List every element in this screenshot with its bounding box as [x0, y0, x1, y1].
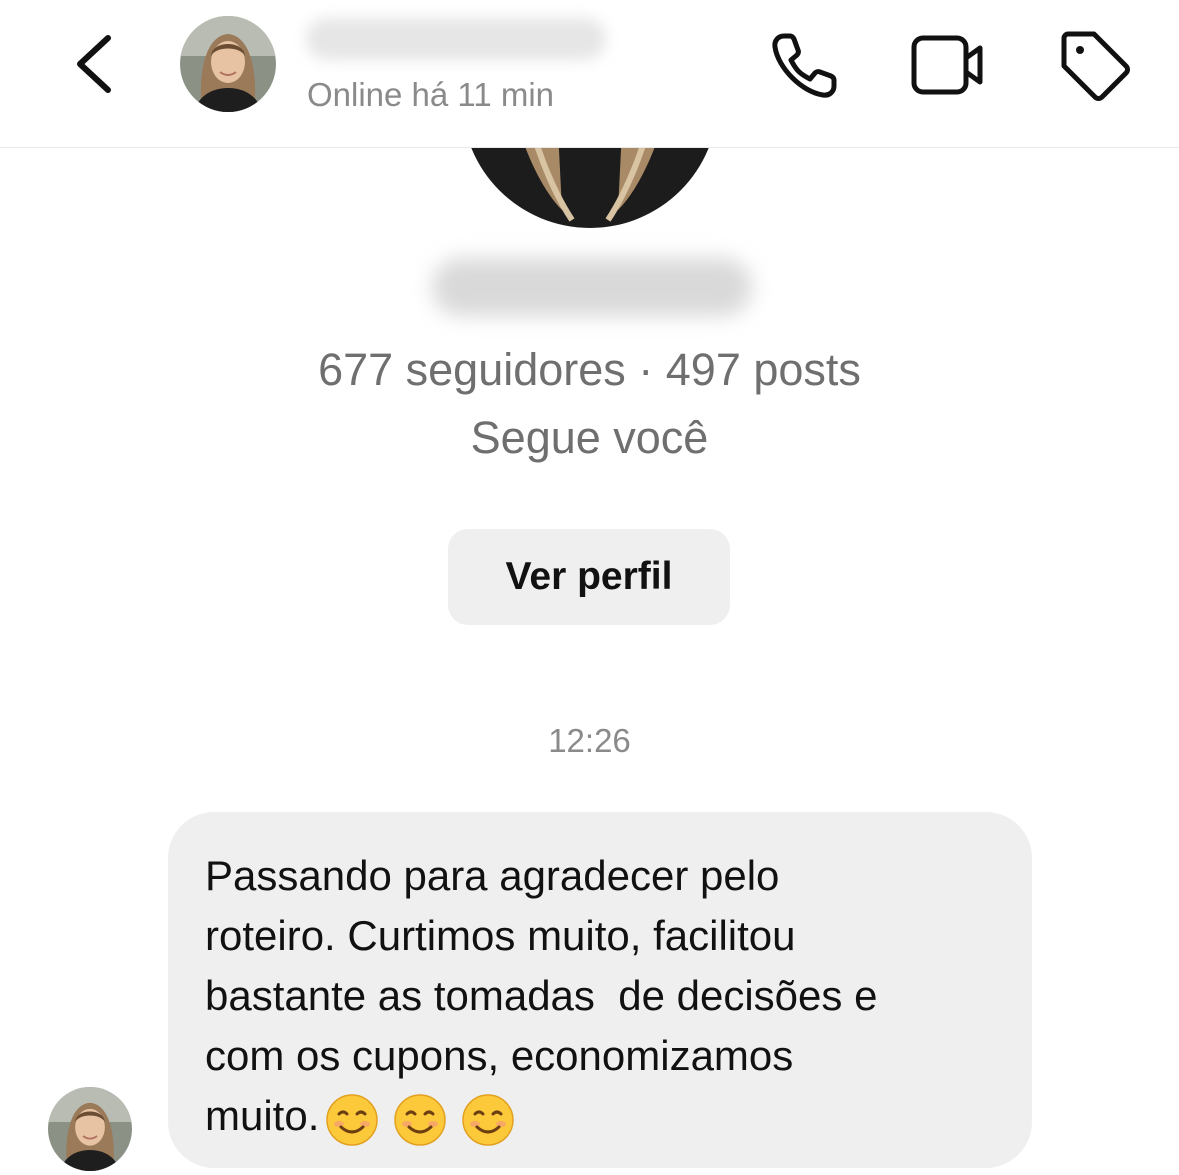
message-sender-avatar[interactable]	[48, 1087, 132, 1171]
video-camera-icon	[911, 35, 983, 95]
avatar-photo	[180, 16, 276, 112]
avatar-photo	[48, 1087, 132, 1171]
online-status: Online há 11 min	[307, 76, 555, 113]
tag-icon	[1061, 31, 1130, 101]
call-button[interactable]	[766, 28, 842, 104]
contact-avatar[interactable]	[180, 16, 276, 112]
back-button[interactable]	[66, 28, 126, 98]
tag-button[interactable]	[1056, 28, 1132, 104]
chat-screen: Online há 11 min 677 seguidores · 497 po…	[0, 0, 1179, 1175]
smiling-face-emoji-icon	[394, 1094, 447, 1146]
view-profile-button[interactable]: Ver perfil	[448, 529, 730, 625]
video-call-button[interactable]	[910, 28, 986, 104]
incoming-message-bubble[interactable]: Passando para agradecer pelo roteiro. Cu…	[168, 812, 1032, 1168]
message-text: Passando para agradecer pelo roteiro. Cu…	[205, 852, 878, 1139]
profile-stats: 677 seguidores · 497 posts	[318, 344, 861, 395]
message-timestamp: 12:26	[548, 722, 631, 759]
chevron-left-icon	[77, 35, 111, 93]
emoji-row	[325, 1093, 515, 1147]
chat-header: Online há 11 min	[0, 0, 1179, 148]
contact-name-redacted	[306, 18, 606, 60]
profile-username-redacted	[432, 258, 752, 316]
smiling-face-emoji-icon	[462, 1094, 515, 1146]
phone-icon	[772, 33, 837, 98]
follows-you-label: Segue você	[470, 412, 709, 463]
smiling-face-emoji-icon	[326, 1094, 379, 1146]
